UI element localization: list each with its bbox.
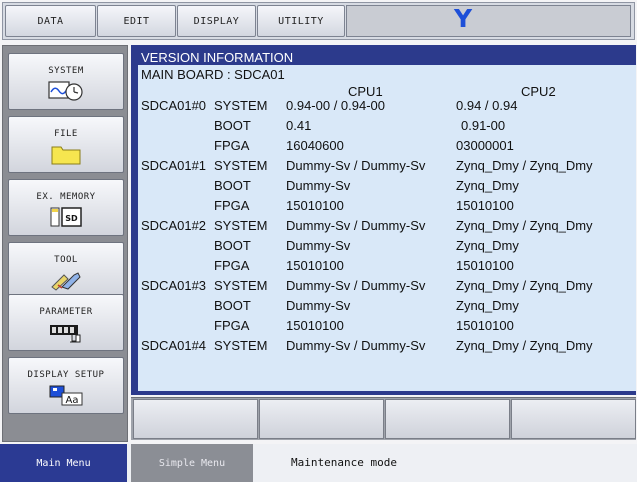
- side-menu: SYSTEM FILE EX. MEMORY SD TOOL PARAMETER…: [2, 45, 128, 442]
- cpu2-value: 15010100: [456, 198, 514, 213]
- display-setup-icon: Aa: [49, 385, 83, 406]
- display-setup-button[interactable]: DISPLAY SETUP Aa: [8, 357, 124, 414]
- item-name: SYSTEM: [214, 278, 268, 293]
- board-name: SDCA01#1: [141, 158, 207, 173]
- system-label: SYSTEM: [48, 66, 84, 76]
- item-name: FPGA: [214, 138, 250, 153]
- bottom-bar: Main Menu Simple Menu Maintenance mode: [0, 444, 637, 482]
- file-label: FILE: [54, 129, 78, 139]
- function-key-1[interactable]: [133, 399, 258, 439]
- cpu2-value: Zynq_Dmy / Zynq_Dmy: [456, 218, 593, 233]
- item-name: FPGA: [214, 318, 250, 333]
- item-name: FPGA: [214, 198, 250, 213]
- sd-card-icon: SD: [50, 207, 82, 227]
- function-key-2[interactable]: [259, 399, 384, 439]
- cpu1-header: CPU1: [348, 84, 383, 99]
- cpu2-value: 15010100: [456, 318, 514, 333]
- ex-memory-label: EX. MEMORY: [36, 192, 96, 202]
- cpu2-header: CPU2: [521, 84, 556, 99]
- parameter-icon: [50, 325, 81, 343]
- cpu2-value: Zynq_Dmy / Zynq_Dmy: [456, 158, 593, 173]
- board-name: SDCA01#0: [141, 98, 207, 113]
- function-key-4[interactable]: [511, 399, 636, 439]
- parameter-label: PARAMETER: [39, 307, 93, 317]
- function-key-3[interactable]: [385, 399, 510, 439]
- main-board-label: MAIN BOARD : SDCA01: [141, 67, 285, 82]
- item-name: SYSTEM: [214, 98, 268, 113]
- cpu1-value: Dummy-Sv / Dummy-Sv: [286, 218, 426, 233]
- panel-title: VERSION INFORMATION: [138, 51, 636, 65]
- utility-menu-button[interactable]: UTILITY: [257, 5, 345, 37]
- cpu2-value: Zynq_Dmy / Zynq_Dmy: [456, 278, 593, 293]
- cpu1-value: Dummy-Sv: [286, 178, 351, 193]
- cpu2-value: 03000001: [456, 138, 514, 153]
- cpu2-value: 0.91-00: [461, 118, 506, 133]
- system-icon: [48, 81, 83, 101]
- tool-icon: [51, 272, 81, 291]
- cpu1-value: Dummy-Sv / Dummy-Sv: [286, 338, 426, 353]
- svg-text:SD: SD: [65, 214, 78, 223]
- display-menu-button[interactable]: DISPLAY: [177, 5, 256, 37]
- item-name: SYSTEM: [214, 218, 268, 233]
- cpu1-value: 15010100: [286, 198, 344, 213]
- item-name: BOOT: [214, 178, 251, 193]
- main-content: VERSION INFORMATION MAIN BOARD : SDCA01 …: [131, 45, 636, 395]
- file-button[interactable]: FILE: [8, 116, 124, 173]
- item-name: BOOT: [214, 298, 251, 313]
- board-name: SDCA01#3: [141, 278, 207, 293]
- item-name: SYSTEM: [214, 338, 268, 353]
- simple-menu-button[interactable]: Simple Menu: [131, 444, 253, 482]
- cpu1-value: 0.41: [286, 118, 312, 133]
- cpu1-value: 15010100: [286, 258, 344, 273]
- cpu1-value: Dummy-Sv / Dummy-Sv: [286, 158, 426, 173]
- cpu2-value: Zynq_Dmy / Zynq_Dmy: [456, 338, 593, 353]
- cpu2-value: 0.94 / 0.94: [456, 98, 518, 113]
- function-key-row: [131, 397, 636, 440]
- cpu2-value: Zynq_Dmy: [456, 178, 519, 193]
- edit-menu-button[interactable]: EDIT: [97, 5, 176, 37]
- system-button[interactable]: SYSTEM: [8, 53, 124, 110]
- cpu2-value: Zynq_Dmy: [456, 238, 519, 253]
- yaskawa-logo: Y: [454, 4, 473, 33]
- parameter-button[interactable]: PARAMETER: [8, 294, 124, 351]
- cpu1-value: 15010100: [286, 318, 344, 333]
- svg-text:Aa: Aa: [66, 395, 79, 406]
- item-name: BOOT: [214, 118, 251, 133]
- cpu2-value: 15010100: [456, 258, 514, 273]
- board-name: SDCA01#4: [141, 338, 207, 353]
- cpu1-value: Dummy-Sv: [286, 238, 351, 253]
- cpu1-value: 0.94-00 / 0.94-00: [286, 98, 386, 113]
- main-menu-button[interactable]: Main Menu: [0, 444, 127, 482]
- data-menu-button[interactable]: DATA: [5, 5, 96, 37]
- ex-memory-button[interactable]: EX. MEMORY SD: [8, 179, 124, 236]
- cpu1-value: 16040600: [286, 138, 344, 153]
- cpu2-value: Zynq_Dmy: [456, 298, 519, 313]
- display-setup-label: DISPLAY SETUP: [27, 370, 105, 380]
- item-name: BOOT: [214, 238, 251, 253]
- tool-label: TOOL: [54, 255, 78, 265]
- mode-status-text: Maintenance mode: [291, 456, 397, 469]
- folder-icon: [51, 146, 81, 165]
- item-name: FPGA: [214, 258, 250, 273]
- cpu1-value: Dummy-Sv: [286, 298, 351, 313]
- cpu1-value: Dummy-Sv / Dummy-Sv: [286, 278, 426, 293]
- item-name: SYSTEM: [214, 158, 268, 173]
- board-name: SDCA01#2: [141, 218, 207, 233]
- version-info-panel: VERSION INFORMATION MAIN BOARD : SDCA01 …: [138, 51, 636, 391]
- top-menu-bar: DATA EDIT DISPLAY UTILITY Y: [2, 2, 635, 40]
- status-area: Y: [346, 4, 631, 37]
- tool-button[interactable]: TOOL: [8, 242, 124, 299]
